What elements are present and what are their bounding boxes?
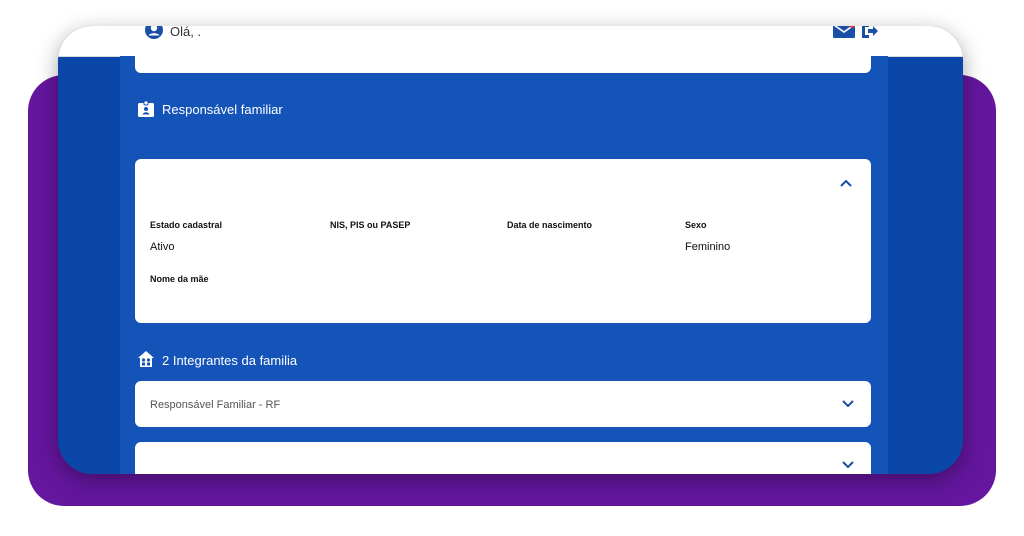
sexo-value: Feminino — [685, 241, 731, 253]
chevron-down-icon[interactable] — [842, 461, 854, 469]
greeting-text: Olá, . — [170, 26, 202, 39]
main-content: Responsável familiar Estado cadastral At… — [120, 56, 888, 474]
data-nascimento-label: Data de nascimento — [507, 220, 593, 230]
id-badge-icon — [138, 101, 154, 117]
estado-cadastral-label: Estado cadastral — [150, 220, 223, 230]
profile-card-bottom — [135, 56, 871, 73]
responsavel-details-card: Estado cadastral Ativo NIS, PIS ou PASEP… — [135, 159, 871, 323]
house-people-icon — [138, 351, 154, 367]
responsavel-section-title: Responsável familiar — [162, 102, 283, 117]
chevron-down-icon[interactable] — [842, 400, 854, 408]
nis-label: NIS, PIS ou PASEP — [330, 220, 411, 230]
chevron-up-icon[interactable] — [840, 179, 852, 187]
nome-mae-label: Nome da mãe — [150, 274, 209, 284]
mail-icon[interactable] — [833, 26, 855, 38]
integrante-row[interactable]: Responsável Familiar - RF — [135, 381, 871, 427]
integrantes-section-title: 2 Integrantes da familia — [162, 353, 298, 368]
integrante-row-label: Responsável Familiar - RF — [150, 399, 281, 411]
estado-cadastral-value: Ativo — [150, 241, 175, 253]
top-header: Olá, . — [58, 26, 963, 57]
user-circle-icon[interactable] — [144, 26, 164, 40]
stage: Olá, . Responsável familiar Estado cadas… — [0, 0, 1024, 536]
logout-icon[interactable] — [860, 26, 878, 39]
app-window: Olá, . Responsável familiar Estado cadas… — [58, 26, 963, 474]
integrante-row[interactable] — [135, 442, 871, 474]
sexo-label: Sexo — [685, 220, 707, 230]
